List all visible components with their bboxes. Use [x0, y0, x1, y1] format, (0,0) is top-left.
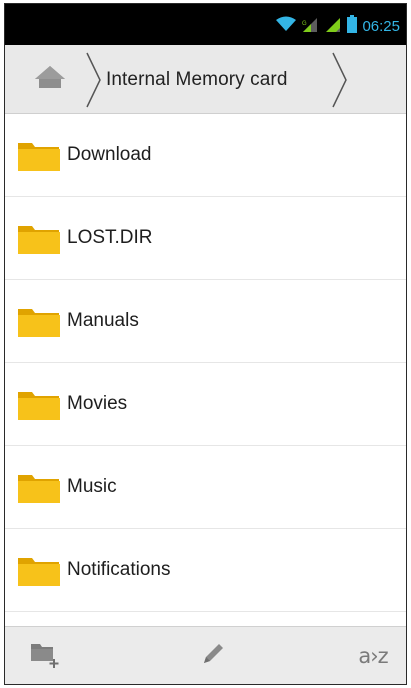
folder-name: Download [67, 144, 152, 165]
folder-name: LOST.DIR [67, 227, 153, 248]
folder-icon [17, 137, 61, 173]
list-item[interactable]: Download [5, 114, 406, 197]
pencil-icon [200, 641, 226, 672]
list-item[interactable]: Music [5, 446, 406, 529]
breadcrumb-current-path[interactable]: Internal Memory card [106, 69, 288, 91]
sort-label: a›z [358, 644, 388, 668]
folder-name: Movies [67, 393, 128, 414]
folder-icon [17, 220, 61, 256]
new-folder-icon [29, 639, 61, 674]
home-button[interactable] [15, 55, 85, 103]
folder-icon [17, 386, 61, 422]
wifi-icon [276, 16, 297, 37]
edit-button[interactable] [183, 633, 243, 679]
signal-1-icon: G [301, 16, 319, 38]
svg-text:G: G [302, 21, 307, 27]
bottom-action-bar: a›z [5, 626, 406, 684]
breadcrumb-chevron-icon [331, 51, 349, 114]
folder-icon [17, 469, 61, 505]
home-icon [33, 64, 67, 95]
folder-icon [17, 303, 61, 339]
folder-name: Music [67, 476, 117, 497]
breadcrumb-chevron-icon [85, 51, 103, 114]
folder-name: Manuals [67, 310, 139, 331]
status-icons: G 06:25 [276, 15, 400, 38]
new-folder-button[interactable] [15, 633, 75, 679]
app-window: G 06:25 Internal Memory card Download LO… [4, 3, 407, 685]
status-bar: G 06:25 [5, 4, 406, 45]
folder-icon [17, 552, 61, 588]
breadcrumb: Internal Memory card [5, 45, 406, 114]
list-item[interactable]: Notifications [5, 529, 406, 612]
signal-2-icon [324, 16, 342, 38]
file-list: Download LOST.DIR Manuals Movies Music N… [5, 114, 406, 626]
list-item[interactable]: Manuals [5, 280, 406, 363]
battery-icon [347, 15, 358, 38]
status-time: 06:25 [362, 18, 400, 35]
folder-name: Notifications [67, 559, 171, 580]
list-item[interactable]: Movies [5, 363, 406, 446]
list-item[interactable]: LOST.DIR [5, 197, 406, 280]
sort-button[interactable]: a›z [343, 633, 403, 679]
